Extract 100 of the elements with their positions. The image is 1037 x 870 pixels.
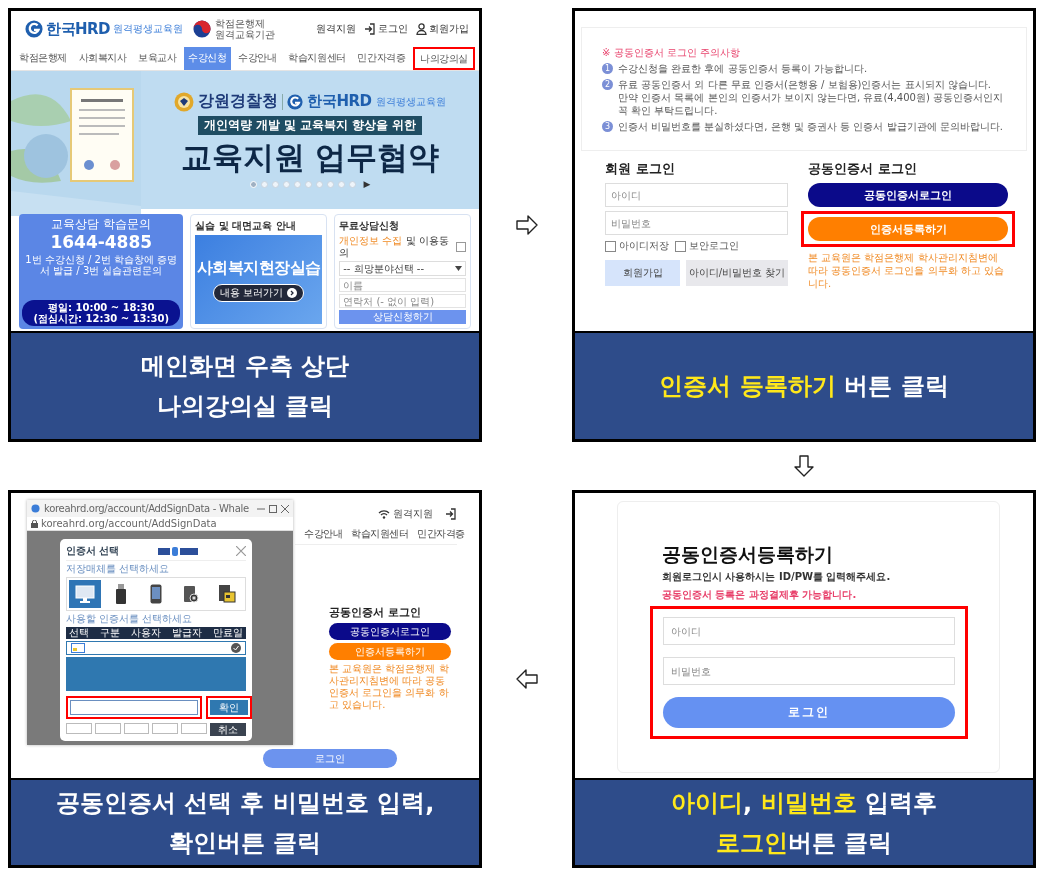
slide-dot[interactable]	[293, 180, 301, 188]
swirl-logo-icon	[287, 93, 304, 110]
header-link[interactable]: 원격지원	[316, 22, 356, 36]
sign-in-icon	[445, 508, 457, 520]
organization-subtitle: 원격평생교육원	[375, 94, 446, 109]
slide-dot[interactable]	[260, 180, 268, 188]
notice-text: 본 교육원은 학점은행제 학사관리지침변에 따라 공동인증서 로그인을 의무화 하고 있습니다.	[808, 251, 1005, 290]
step-number: 1	[602, 62, 613, 74]
swirl-logo-icon	[25, 20, 43, 38]
lock-icon	[31, 519, 38, 528]
usb-drive-icon	[114, 584, 127, 604]
field-label: 사용할 인증서를 선택하세요	[66, 613, 194, 625]
card-title: 교육상담 학습문의	[51, 217, 152, 231]
notice-text: 인증서 비밀번호를 분실하셨다면, 은행 및 증권사 등 인증서 발급기관에 문의바랍니다.	[618, 119, 1003, 133]
name-field[interactable]: 이름	[339, 278, 466, 292]
id-field[interactable]: 아이디	[663, 617, 955, 645]
smart-card-icon	[217, 584, 236, 604]
notice-text: 본 교육원은 학점은행제 학사관리지침변에 따라 공동인증서 로그인을 의무화 하고 있습니다.	[329, 663, 450, 711]
join-button[interactable]: 회원가입	[605, 260, 681, 286]
caption-text: 메인화면 우측 상단 나의강의실 클릭	[140, 351, 350, 422]
column-header: 만료일	[213, 627, 243, 639]
slide-dot[interactable]	[326, 180, 334, 188]
hours-text: 평일: 10:00 ~ 18:30	[48, 302, 155, 313]
slide-dot[interactable]	[304, 180, 312, 188]
column-header: 발급자	[172, 627, 202, 639]
next-slide-button[interactable]: ▶	[363, 179, 371, 189]
nav-tab[interactable]: 학점은행제	[15, 47, 71, 70]
checkbox[interactable]	[675, 240, 686, 252]
phone-field[interactable]: 연락처 (- 없이 입력)	[339, 294, 466, 308]
tool-button[interactable]	[94, 723, 121, 734]
nav-tab[interactable]: 수강안내	[304, 526, 342, 541]
field-label: 저장매체를 선택하세요	[66, 563, 171, 575]
caption-text: 아이디, 비밀번호 입력후 로그인버튼 클릭	[671, 787, 937, 859]
tool-button[interactable]	[66, 723, 92, 734]
checkbox[interactable]	[605, 240, 616, 252]
id-field[interactable]: 아이디	[605, 183, 788, 207]
column-header: 선택	[69, 627, 89, 639]
window-title: koreahrd.org/account/AddSignData - Whale	[44, 503, 250, 514]
partner-text: 학점은행제 원격교육기관	[215, 18, 277, 40]
lock-device-icon	[183, 584, 200, 604]
notice-text: 유료 공동인증서 외 다른 무료 인증서(은행용 / 보험용)인증서는 표시되지 않습니다.	[618, 77, 992, 91]
slide-dot[interactable]	[348, 180, 356, 188]
view-more-link[interactable]: 내용 보러가기	[213, 283, 305, 302]
nav-tab[interactable]: 학습지원센터	[351, 526, 408, 541]
nav-tab[interactable]: 사회복지사	[74, 47, 131, 70]
slide-dot[interactable]	[282, 180, 290, 188]
arrow-icon	[792, 454, 816, 478]
nav-tab[interactable]: 학습지원센터	[284, 47, 350, 70]
card-title: 무료상담신청	[339, 219, 401, 233]
slide-dot[interactable]	[337, 180, 345, 188]
check-circle-icon	[231, 643, 241, 653]
find-account-button[interactable]: 아이디/비밀번호 찾기	[686, 260, 788, 286]
close-icon[interactable]	[281, 504, 289, 513]
organization-name: 한국HRD	[307, 92, 372, 111]
arrow-circle-icon	[287, 287, 298, 298]
close-icon[interactable]	[236, 546, 246, 556]
tool-button[interactable]	[181, 723, 207, 734]
confirm-button[interactable]: 확인	[210, 700, 248, 715]
nav-tab[interactable]: 민간자격증	[353, 47, 410, 70]
globe-icon	[31, 504, 40, 513]
maximize-icon[interactable]	[269, 504, 277, 513]
tool-button[interactable]	[152, 723, 179, 734]
header-link[interactable]: 로그인	[364, 22, 408, 36]
select-field[interactable]: -- 희망분야선택 --	[339, 261, 466, 276]
section-title: 공동인증서 로그인	[808, 161, 918, 177]
banner-subtitle: 개인역량 개발 및 교육복지 향상을 위한	[197, 116, 423, 135]
caption-text: 인증서 등록하기 버튼 클릭	[659, 371, 949, 402]
section-title: 회원 로그인	[605, 161, 676, 177]
wifi-icon	[378, 509, 390, 519]
nav-tab[interactable]: 보육교사	[134, 47, 181, 70]
certificate-icon	[71, 643, 85, 653]
instruction-text: 회원로그인시 사용하시는 ID/PW를 입력해주세요.	[662, 570, 892, 584]
certificate-login-button[interactable]: 공동인증서로그인	[329, 623, 451, 640]
certificate-login-button[interactable]: 공동인증서로그인	[808, 183, 1008, 207]
cancel-button[interactable]: 취소	[210, 723, 246, 736]
monitor-icon	[75, 585, 96, 603]
lunch-hours-text: (점심시간: 12:30 ~ 13:30)	[33, 313, 170, 324]
header-link[interactable]: 회원가입	[416, 22, 469, 36]
header-link[interactable]: 원격지원	[393, 507, 433, 521]
step-number: 2	[602, 78, 613, 90]
slide-dot[interactable]	[315, 180, 323, 188]
notice-text: 수강신청을 완료한 후에 공동인증서 등록이 가능합니다.	[618, 61, 868, 75]
sign-in-icon	[364, 23, 376, 35]
arrow-icon	[515, 213, 539, 237]
notice-title: ※ 공동인증서 로그인 주의사항	[602, 45, 741, 59]
promo-banner[interactable]: 사회복지현장실습 내용 보러가기	[195, 235, 323, 324]
brand-logo-icon	[157, 546, 198, 556]
page-title: 공동인증서등록하기	[662, 542, 834, 566]
checkbox[interactable]	[456, 242, 466, 252]
slide-dot[interactable]	[271, 180, 279, 188]
section-title: 공동인증서 로그인	[329, 605, 422, 620]
nav-tab[interactable]: 나의강의실	[415, 47, 472, 70]
phone-menu-text: 1번 수강신청 / 2번 학습창에 증명서 발급 / 3번 실습관련문의	[24, 254, 179, 276]
person-icon	[416, 23, 427, 35]
certificate-row[interactable]	[66, 641, 246, 655]
tool-button[interactable]	[123, 723, 150, 734]
consent-text: 개인정보 수집 및 이용동의	[339, 235, 450, 259]
nav-tab[interactable]: 수강안내	[234, 47, 281, 70]
nav-tab[interactable]: 민간자격증	[417, 526, 465, 541]
banner-title: 교육지원 업무협약	[180, 139, 440, 175]
